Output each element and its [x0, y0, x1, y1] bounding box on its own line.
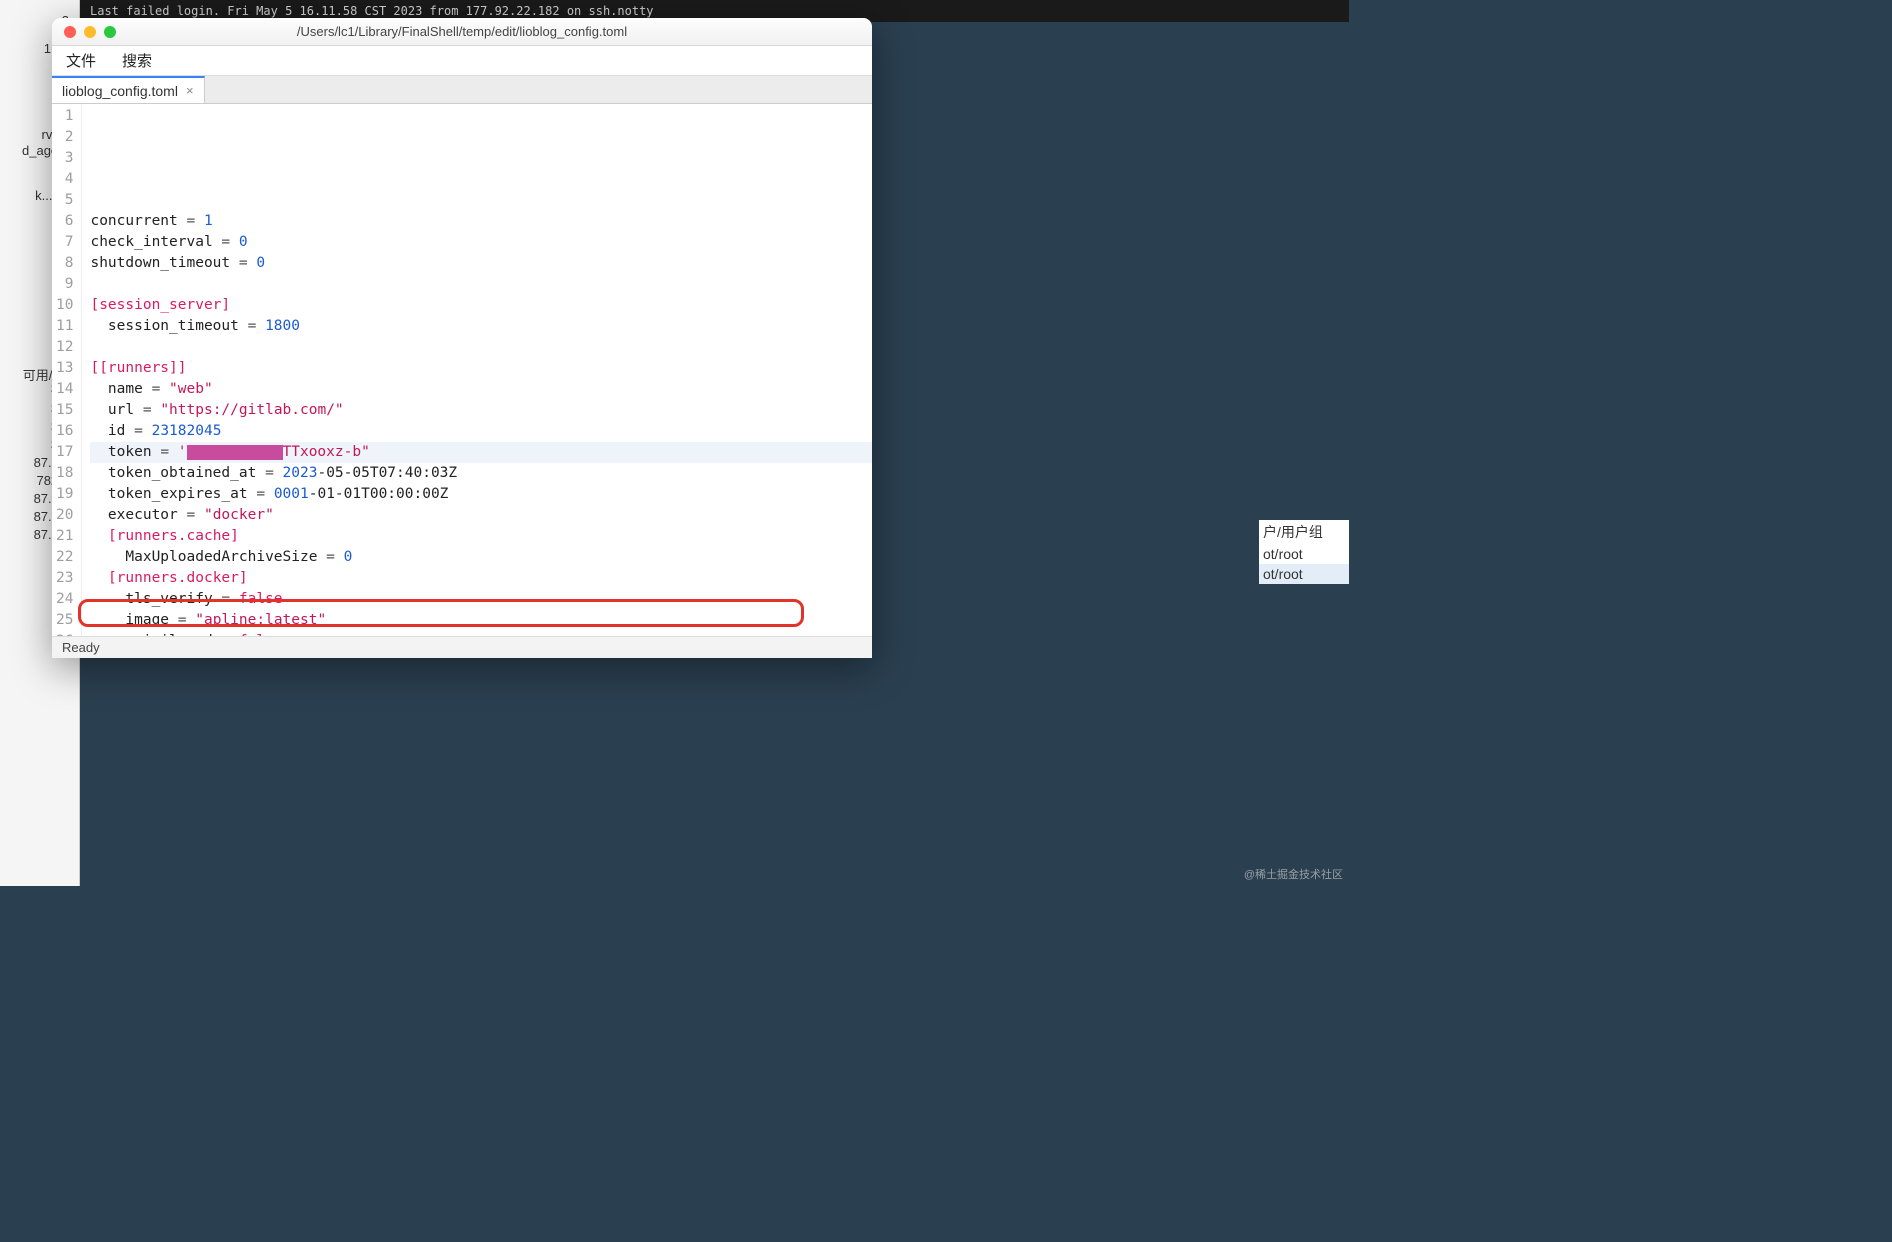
close-tab-icon[interactable]: ×	[186, 83, 194, 98]
status-text: Ready	[62, 640, 100, 655]
line-number: 21	[56, 526, 73, 547]
line-number-gutter: 1234567891011121314151617181920212223242…	[52, 104, 82, 636]
code-line[interactable]: executor = "docker"	[90, 505, 872, 526]
code-line[interactable]: url = "https://gitlab.com/"	[90, 400, 872, 421]
line-number: 6	[56, 211, 73, 232]
code-line[interactable]: concurrent = 1	[90, 211, 872, 232]
line-number: 9	[56, 274, 73, 295]
line-number: 18	[56, 463, 73, 484]
menu-search[interactable]: 搜索	[122, 50, 152, 71]
line-number: 7	[56, 232, 73, 253]
redacted-token	[187, 445, 283, 460]
line-number: 22	[56, 547, 73, 568]
minimize-icon[interactable]	[84, 26, 96, 38]
code-line[interactable]: [runners.cache]	[90, 526, 872, 547]
editor-window: /Users/lc1/Library/FinalShell/temp/edit/…	[52, 18, 872, 658]
statusbar: Ready	[52, 636, 872, 658]
line-number: 25	[56, 610, 73, 631]
code-line[interactable]: [runners.docker]	[90, 568, 872, 589]
code-line[interactable]: session_timeout = 1800	[90, 316, 872, 337]
bg-right-row: 户/用户组	[1259, 520, 1349, 544]
close-icon[interactable]	[64, 26, 76, 38]
line-number: 20	[56, 505, 73, 526]
line-number: 10	[56, 295, 73, 316]
line-number: 8	[56, 253, 73, 274]
bg-right-row: ot/root	[1259, 544, 1349, 564]
line-number: 14	[56, 379, 73, 400]
code-line[interactable]: name = "web"	[90, 379, 872, 400]
code-editor[interactable]: 1234567891011121314151617181920212223242…	[52, 104, 872, 636]
line-number: 13	[56, 358, 73, 379]
code-line[interactable]: image = "apline:latest"	[90, 610, 872, 631]
window-titlebar[interactable]: /Users/lc1/Library/FinalShell/temp/edit/…	[52, 18, 872, 46]
code-line[interactable]: shutdown_timeout = 0	[90, 253, 872, 274]
code-line[interactable]	[90, 337, 872, 358]
line-number: 4	[56, 169, 73, 190]
line-number: 17	[56, 442, 73, 463]
line-number: 24	[56, 589, 73, 610]
line-number: 26	[56, 631, 73, 636]
line-number: 1	[56, 106, 73, 127]
window-title: /Users/lc1/Library/FinalShell/temp/edit/…	[52, 24, 872, 39]
code-line[interactable]: [[runners]]	[90, 358, 872, 379]
line-number: 15	[56, 400, 73, 421]
code-line[interactable]: MaxUploadedArchiveSize = 0	[90, 547, 872, 568]
tab-label: lioblog_config.toml	[62, 83, 178, 99]
maximize-icon[interactable]	[104, 26, 116, 38]
background-right-panel: 户/用户组ot/rootot/root	[1259, 520, 1349, 584]
code-line[interactable]: id = 23182045	[90, 421, 872, 442]
line-number: 11	[56, 316, 73, 337]
tabstrip: lioblog_config.toml ×	[52, 76, 872, 104]
menu-file[interactable]: 文件	[66, 50, 96, 71]
tab-lioblog-config[interactable]: lioblog_config.toml ×	[52, 76, 205, 103]
code-line[interactable]: [session_server]	[90, 295, 872, 316]
code-line[interactable]	[90, 274, 872, 295]
code-line[interactable]: token_expires_at = 0001-01-01T00:00:00Z	[90, 484, 872, 505]
menubar: 文件 搜索	[52, 46, 872, 76]
line-number: 23	[56, 568, 73, 589]
code-line[interactable]: token = 'TTxooxz-b"	[90, 442, 872, 463]
line-number: 3	[56, 148, 73, 169]
line-number: 12	[56, 337, 73, 358]
bg-right-row: ot/root	[1259, 564, 1349, 584]
line-number: 19	[56, 484, 73, 505]
line-number: 2	[56, 127, 73, 148]
line-number: 16	[56, 421, 73, 442]
code-area[interactable]: concurrent = 1check_interval = 0shutdown…	[82, 104, 872, 636]
line-number: 5	[56, 190, 73, 211]
code-line[interactable]: token_obtained_at = 2023-05-05T07:40:03Z	[90, 463, 872, 484]
watermark: @稀土掘金技术社区	[1244, 866, 1343, 882]
code-line[interactable]: tls_verify = false	[90, 589, 872, 610]
code-line[interactable]: check_interval = 0	[90, 232, 872, 253]
code-line[interactable]: privileged = false	[90, 631, 872, 636]
